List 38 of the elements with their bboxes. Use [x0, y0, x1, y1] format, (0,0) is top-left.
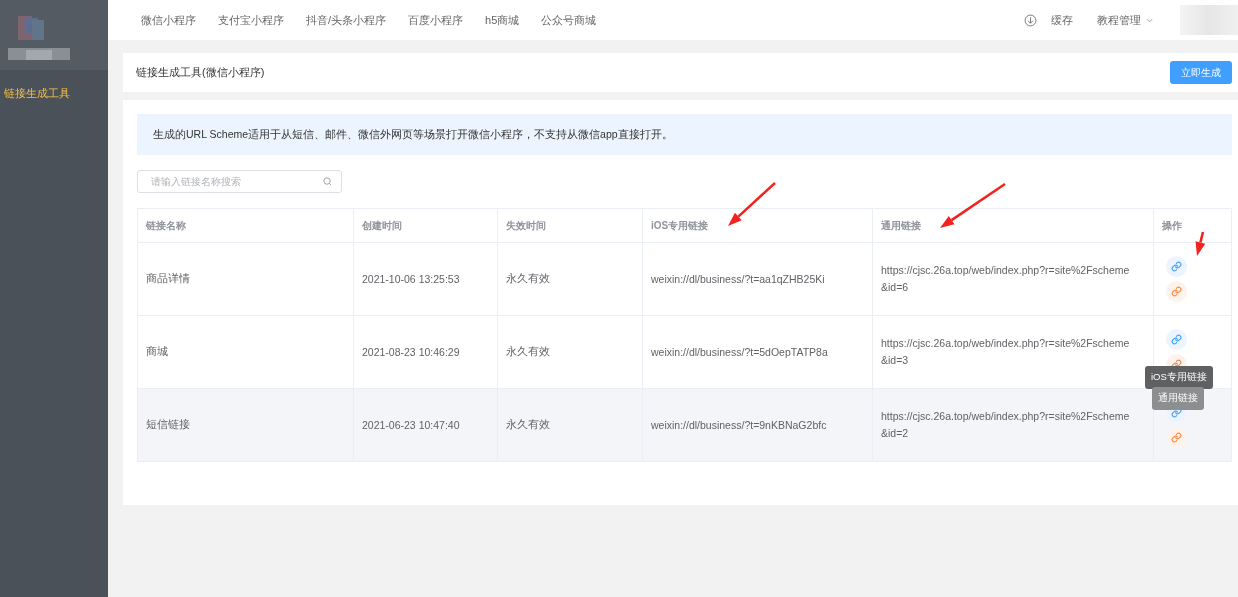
table-cell: weixin://dl/business/?t=9nKBNaG2bfc [651, 419, 827, 431]
column-header: 操作 [1153, 208, 1232, 243]
table-cell: weixin://dl/business/?t=5dOepTATP8a [651, 346, 828, 358]
table-cell: 商城 [146, 345, 168, 357]
table-cell: weixin://dl/business/?t=aa1qZHB25Ki [651, 273, 825, 285]
table-cell: 2021-08-23 10:46:29 [362, 346, 460, 358]
tooltip: iOS专用链接 [1145, 366, 1213, 389]
column-header: iOS专用链接 [642, 208, 873, 243]
column-header: 失效时间 [497, 208, 643, 243]
nav-tab[interactable]: h5商城 [485, 12, 520, 28]
table-cell-text: &id=6 [881, 280, 909, 295]
table-cell-text: https://cjsc.26a.top/web/index.php?r=site%2Fscheme [881, 409, 1130, 424]
nav-tab[interactable]: 抖音/头条小程序 [306, 12, 387, 28]
nav-tab[interactable]: 微信小程序 [141, 12, 196, 28]
cache-link[interactable]: 缓存 [1051, 12, 1073, 28]
info-alert: 生成的URL Scheme适用于从短信、邮件、微信外网页等场景打开微信小程序，不支持从微信app直接打开。 [137, 114, 1232, 155]
table-cell: 永久有效 [506, 418, 550, 430]
table-cell: 2021-10-06 13:25:53 [362, 273, 460, 285]
nav-tab[interactable]: 百度小程序 [408, 12, 464, 28]
column-header: 创建时间 [353, 208, 498, 243]
sidebar-item[interactable]: 链接生成工具 [0, 84, 108, 103]
search-field[interactable]: 请输入链接名称搜索 [137, 170, 342, 193]
table-cell: 永久有效 [506, 345, 550, 357]
table-cell: 2021-06-23 10:47:40 [362, 419, 460, 431]
column-header: 通用链接 [872, 208, 1154, 243]
table-cell: 短信链接 [146, 418, 190, 430]
table-cell: 商品详情 [146, 272, 190, 284]
table-cell-text: &id=2 [881, 426, 909, 441]
table-cell-text: &id=3 [881, 353, 909, 368]
table-cell-text: https://cjsc.26a.top/web/index.php?r=site%2Fscheme [881, 263, 1130, 278]
page-title: 链接生成工具(微信小程序) [136, 65, 265, 80]
column-header: 链接名称 [137, 208, 354, 243]
table-cell: 永久有效 [506, 272, 550, 284]
table-cell-text: https://cjsc.26a.top/web/index.php?r=site%2Fscheme [881, 336, 1130, 351]
nav-tab[interactable]: 支付宝小程序 [218, 12, 284, 28]
nav-tab[interactable]: 公众号商城 [541, 12, 597, 28]
tutorial-menu[interactable]: 教程管理 [1097, 12, 1154, 28]
tooltip: 通用链接 [1152, 387, 1204, 410]
